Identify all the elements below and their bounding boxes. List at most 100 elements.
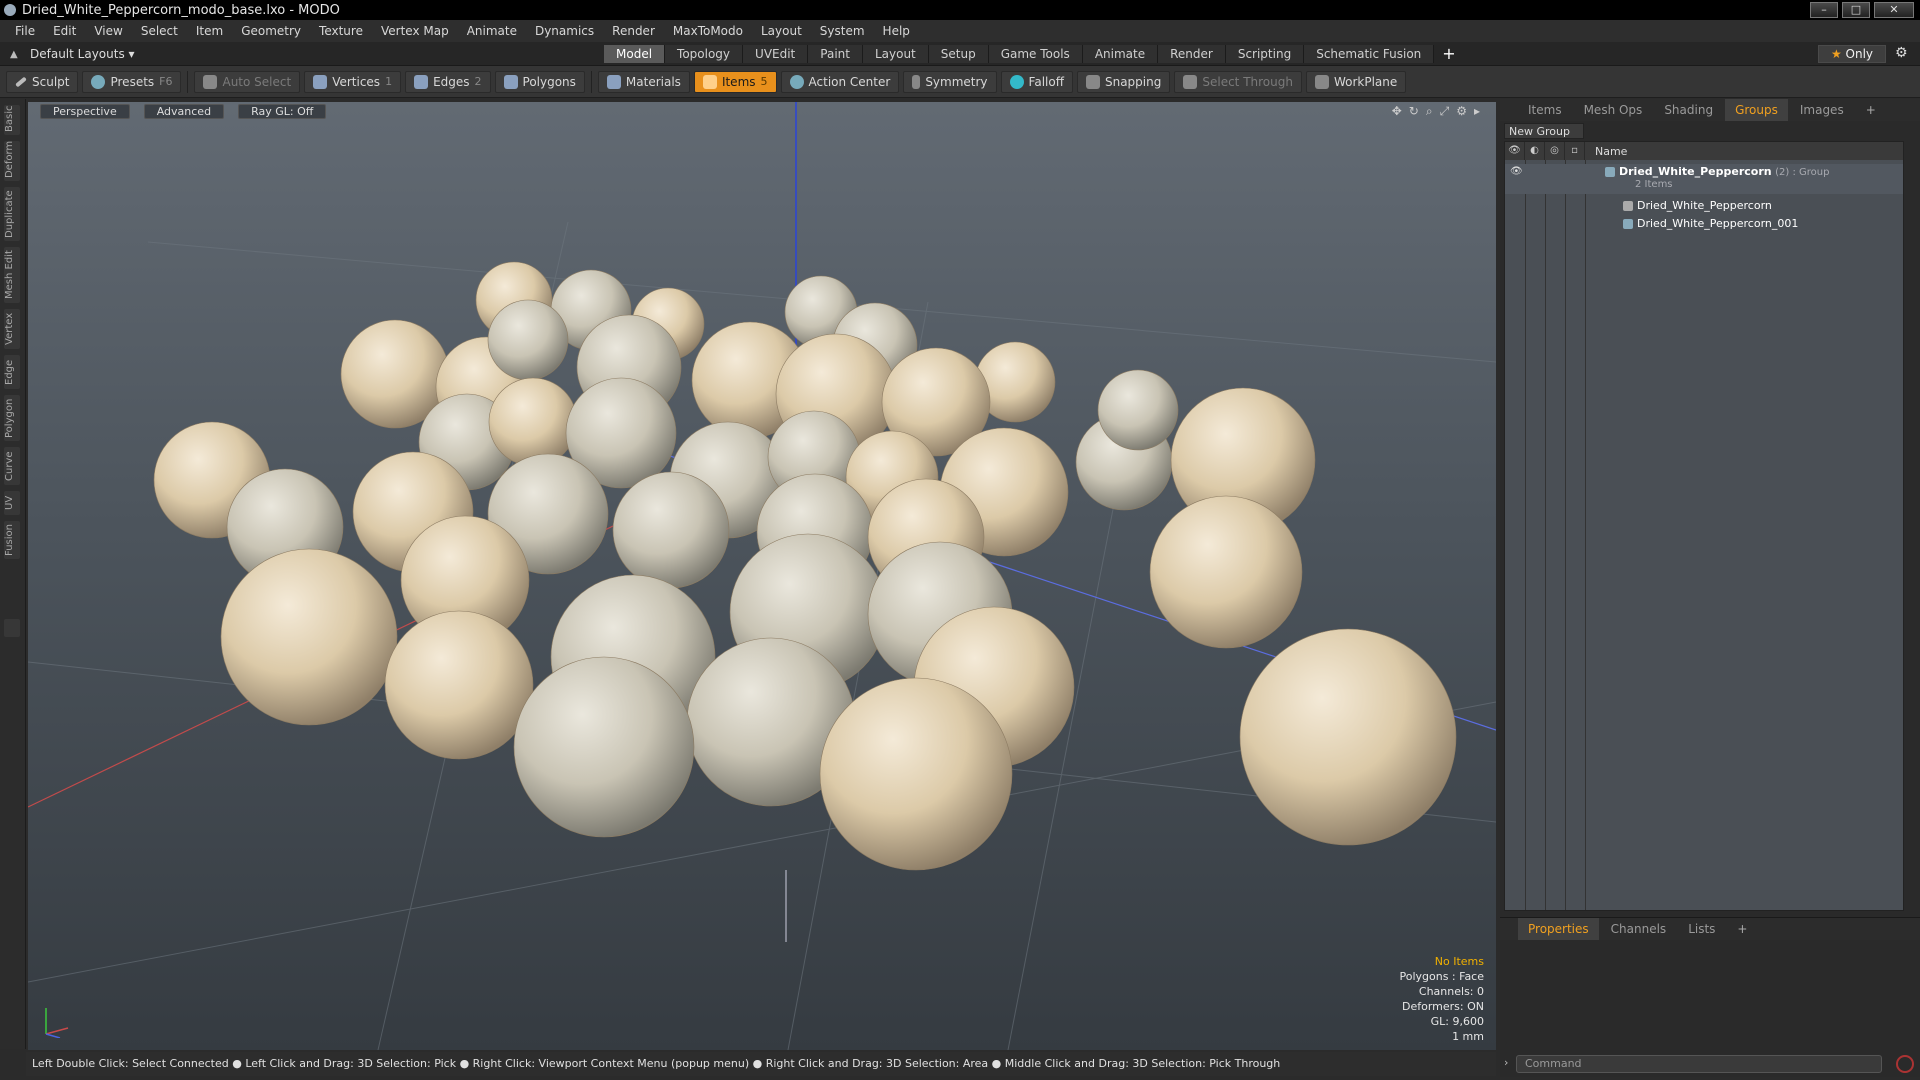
tab-uvedit[interactable]: UVEdit (743, 44, 809, 63)
lock-col-icon[interactable]: ◐ (1525, 142, 1545, 160)
group-item-count: 2 Items (1635, 179, 1673, 190)
raygl-button[interactable]: Ray GL: Off (238, 103, 327, 119)
tab-scripting[interactable]: Scripting (1225, 44, 1305, 63)
action-center-button[interactable]: Action Center (780, 70, 900, 93)
menu-geometry[interactable]: Geometry (232, 20, 310, 42)
menu-vertex-map[interactable]: Vertex Map (372, 20, 458, 42)
tab-vertex[interactable]: Vertex (4, 309, 20, 349)
menu-texture[interactable]: Texture (310, 20, 372, 42)
close-button[interactable]: ✕ (1874, 2, 1914, 18)
minimize-button[interactable]: – (1810, 2, 1838, 18)
render-col-icon[interactable]: ◎ (1545, 142, 1565, 160)
menu-layout[interactable]: Layout (752, 20, 811, 42)
tab-layout[interactable]: Layout (862, 44, 929, 63)
tab-items[interactable]: Items (1518, 99, 1572, 121)
tab-duplicate[interactable]: Duplicate (4, 187, 20, 241)
items-button[interactable]: Items 5 (693, 70, 777, 93)
menu-view[interactable]: View (85, 20, 131, 42)
falloff-label: Falloff (1028, 74, 1064, 89)
menu-select[interactable]: Select (132, 20, 187, 42)
tab-properties[interactable]: Properties (1518, 918, 1599, 940)
vertices-button[interactable]: Vertices 1 (304, 70, 402, 93)
menu-bar: File Edit View Select Item Geometry Text… (0, 20, 1920, 42)
presets-button[interactable]: Presets F6 (82, 70, 182, 93)
snapping-button[interactable]: Snapping (1076, 70, 1171, 93)
tab-schematic-fusion[interactable]: Schematic Fusion (1304, 44, 1435, 63)
zoom-icon[interactable]: ⌕ (1426, 104, 1433, 119)
viewport-settings-icon[interactable]: ⚙ (1456, 104, 1467, 119)
gear-icon[interactable]: ⚙ (1895, 45, 1908, 61)
fit-icon[interactable]: ⤢ (1440, 104, 1450, 119)
tab-shading[interactable]: Shading (1654, 99, 1723, 121)
menu-edit[interactable]: Edit (44, 20, 85, 42)
tab-mesh-ops[interactable]: Mesh Ops (1574, 99, 1653, 121)
tab-basic[interactable]: Basic (4, 105, 20, 135)
tab-groups[interactable]: Groups (1725, 99, 1788, 121)
tab-game-tools[interactable]: Game Tools (988, 44, 1083, 63)
tab-fusion[interactable]: Fusion (4, 521, 20, 559)
3d-viewport[interactable]: Perspective Advanced Ray GL: Off ✥ ↻ ⌕ ⤢… (28, 102, 1496, 1050)
tab-render[interactable]: Render (1158, 44, 1226, 63)
menu-help[interactable]: Help (874, 20, 919, 42)
edges-label: Edges (433, 74, 470, 89)
select-col-icon[interactable]: ▫ (1565, 142, 1585, 160)
visibility-col-icon[interactable]: 👁 (1505, 142, 1525, 160)
tab-edge[interactable]: Edge (4, 355, 20, 389)
pin-icon[interactable]: ▲ (10, 49, 20, 60)
tab-deform[interactable]: Deform (4, 141, 20, 181)
panel-toggle-icon[interactable] (4, 619, 20, 637)
add-panel-tab[interactable]: + (1856, 99, 1886, 121)
pan-icon[interactable]: ✥ (1392, 104, 1402, 119)
menu-file[interactable]: File (6, 20, 44, 42)
sculpt-button[interactable]: Sculpt (6, 70, 79, 93)
rotate-icon[interactable]: ↻ (1409, 104, 1419, 119)
presets-label: Presets (110, 74, 155, 89)
tab-setup[interactable]: Setup (928, 44, 989, 63)
tab-curve[interactable]: Curve (4, 447, 20, 485)
menu-animate[interactable]: Animate (458, 20, 526, 42)
expand-arrow-icon[interactable]: ▸ (1474, 104, 1480, 119)
group-row[interactable]: 👁 Dried_White_Peppercorn (2) : Group 2 I… (1505, 164, 1903, 194)
tab-channels[interactable]: Channels (1601, 918, 1677, 940)
materials-button[interactable]: Materials (597, 70, 690, 93)
tab-mesh-edit[interactable]: Mesh Edit (4, 247, 20, 303)
new-group-button[interactable]: New Group (1504, 123, 1584, 139)
only-toggle[interactable]: ★ Only (1818, 45, 1886, 63)
add-properties-tab[interactable]: + (1727, 918, 1757, 940)
menu-system[interactable]: System (811, 20, 874, 42)
auto-select-button[interactable]: Auto Select (194, 70, 301, 93)
workplane-button[interactable]: WorkPlane (1305, 70, 1407, 93)
polygons-button[interactable]: Polygons (494, 70, 585, 93)
symmetry-button[interactable]: Symmetry (903, 70, 997, 93)
group-child-row[interactable]: Dried_White_Peppercorn_001 (1505, 215, 1903, 233)
group-child-row[interactable]: Dried_White_Peppercorn (1505, 197, 1903, 215)
eye-icon[interactable]: 👁 (1510, 166, 1523, 177)
tab-animate[interactable]: Animate (1082, 44, 1159, 63)
menu-render[interactable]: Render (603, 20, 664, 42)
maximize-button[interactable]: □ (1842, 2, 1870, 18)
name-column-header[interactable]: Name (1585, 145, 1627, 158)
select-through-button[interactable]: Select Through (1174, 70, 1302, 93)
tab-polygon[interactable]: Polygon (4, 395, 20, 441)
tab-lists[interactable]: Lists (1678, 918, 1725, 940)
shading-mode-button[interactable]: Advanced (143, 103, 225, 119)
tab-images[interactable]: Images (1790, 99, 1854, 121)
tab-paint[interactable]: Paint (808, 44, 863, 63)
select-through-label: Select Through (1202, 74, 1293, 89)
command-input[interactable]: Command (1516, 1055, 1882, 1073)
action-center-label: Action Center (808, 74, 891, 89)
viewport-header: Perspective Advanced Ray GL: Off (28, 102, 1496, 120)
falloff-button[interactable]: Falloff (1000, 70, 1073, 93)
add-tab-icon[interactable]: + (1434, 44, 1463, 63)
tab-topology[interactable]: Topology (665, 44, 744, 63)
menu-dynamics[interactable]: Dynamics (526, 20, 603, 42)
view-mode-button[interactable]: Perspective (40, 103, 130, 119)
command-stop-icon[interactable] (1896, 1055, 1914, 1073)
menu-maxtomodo[interactable]: MaxToModo (664, 20, 752, 42)
edges-button[interactable]: Edges 2 (405, 70, 491, 93)
tab-uv[interactable]: UV (4, 491, 20, 515)
menu-item[interactable]: Item (187, 20, 232, 42)
axis-gizmo-icon (45, 1008, 69, 1038)
layouts-dropdown[interactable]: Default Layouts ▾ (30, 47, 135, 61)
tab-model[interactable]: Model (604, 44, 666, 63)
